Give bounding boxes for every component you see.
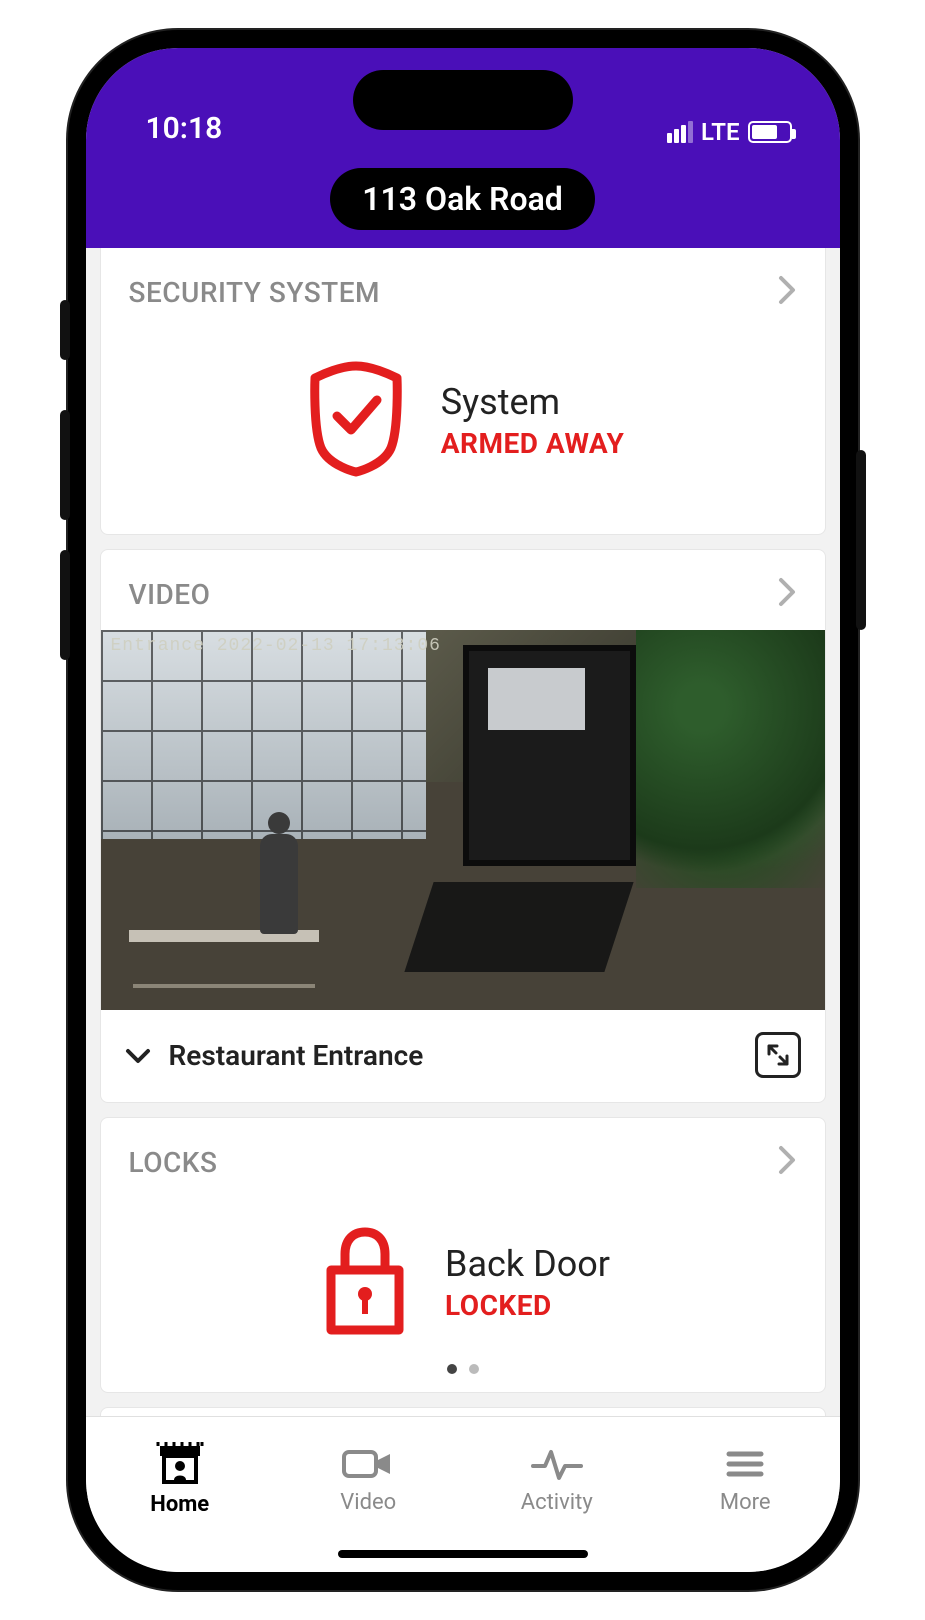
menu-icon [723,1444,767,1484]
status-time: 10:18 [146,111,223,146]
side-button [60,300,70,360]
content-scroll[interactable]: SECURITY SYSTEM System ARMED AWAY [86,248,840,1416]
security-status-text: ARMED AWAY [441,427,625,460]
location-selector[interactable]: 113 Oak Road [330,168,595,230]
shield-check-icon [301,358,411,482]
lock-status[interactable]: Back Door LOCKED [101,1198,825,1364]
dynamic-island [353,70,573,130]
security-title: SECURITY SYSTEM [129,276,381,309]
page-dot[interactable] [447,1364,457,1374]
nav-home[interactable]: Home [86,1417,275,1542]
volume-up-button [60,410,70,520]
nav-activity[interactable]: Activity [463,1417,652,1542]
chevron-down-icon [125,1039,151,1072]
locks-title: LOCKS [129,1146,218,1179]
locks-card: LOCKS Back Door [100,1117,826,1393]
video-icon [340,1444,396,1484]
video-card: VIDEO Entrance 2022-02-1 [100,549,826,1103]
camera-selector[interactable]: Restaurant Entrance [125,1039,424,1072]
power-button [856,450,866,630]
battery-icon [748,121,792,143]
locks-card-header[interactable]: LOCKS [101,1118,825,1198]
lock-status-text: LOCKED [445,1289,610,1322]
bottom-nav: Home Video Activity [86,1416,840,1572]
camera-feed[interactable]: Entrance 2022-02-13 17:13:06 [101,630,825,1010]
card-peek [100,1407,826,1416]
chevron-right-icon [777,576,797,612]
signal-icon [667,121,693,143]
expand-icon [765,1042,791,1068]
network-label: LTE [701,118,739,146]
lock-label: Back Door [445,1243,610,1285]
lock-icon [315,1220,415,1344]
camera-timestamp-overlay: Entrance 2022-02-13 17:13:06 [111,636,441,656]
security-status[interactable]: System ARMED AWAY [101,328,825,534]
home-indicator[interactable] [338,1550,588,1558]
chevron-right-icon [777,274,797,310]
nav-label: Video [340,1490,396,1515]
camera-name: Restaurant Entrance [169,1039,424,1072]
nav-video[interactable]: Video [274,1417,463,1542]
security-card-header[interactable]: SECURITY SYSTEM [101,248,825,328]
app-header: 113 Oak Road [86,158,840,248]
activity-icon [529,1444,585,1484]
nav-more[interactable]: More [651,1417,840,1542]
security-card: SECURITY SYSTEM System ARMED AWAY [100,248,826,535]
nav-label: Activity [521,1490,593,1515]
volume-down-button [60,550,70,660]
page-dots [101,1364,825,1392]
phone-frame: 10:18 LTE 113 Oak Road SECURITY SYSTEM [68,30,858,1590]
home-icon [154,1442,206,1486]
location-label: 113 Oak Road [362,180,563,218]
nav-label: Home [150,1492,209,1517]
camera-scene [101,630,825,1010]
chevron-right-icon [777,1144,797,1180]
page-dot[interactable] [469,1364,479,1374]
video-card-header[interactable]: VIDEO [101,550,825,630]
nav-label: More [720,1490,771,1515]
security-label: System [441,381,625,423]
video-title: VIDEO [129,578,211,611]
fullscreen-button[interactable] [755,1032,801,1078]
